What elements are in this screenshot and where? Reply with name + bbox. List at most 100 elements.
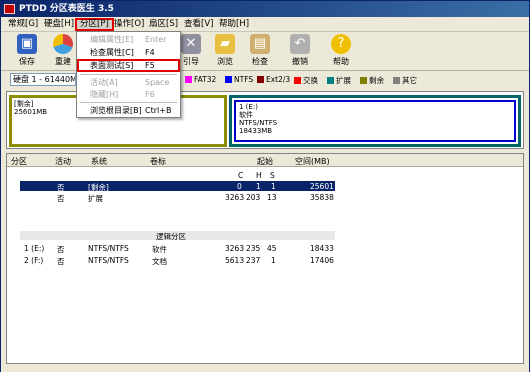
- table-cell: 13: [267, 193, 277, 202]
- col-start[interactable]: 起始: [257, 156, 273, 167]
- menu-item-label: 浏览根目录[B]: [90, 106, 142, 115]
- table-cell: 0: [237, 182, 242, 191]
- table-cell: 文档: [152, 257, 167, 266]
- table-cell: 3263: [225, 244, 245, 253]
- legend-swatch: [294, 77, 301, 84]
- legend-ext: Ext2/3: [257, 75, 290, 84]
- legend-ntfs: NTFS: [225, 75, 253, 84]
- col-active[interactable]: 活动: [55, 156, 71, 167]
- pie-icon: [53, 34, 73, 54]
- menu-sector[interactable]: 扇区[S]: [146, 18, 181, 31]
- table-cell: 2 (F:): [24, 256, 44, 265]
- menu-item-label: 表面测试[S]: [90, 61, 134, 70]
- table-cell: 17406: [310, 256, 334, 265]
- legend-swap: 交换: [294, 75, 318, 86]
- partition-block-drive: 1 (E:): [239, 103, 258, 111]
- table-cell: 237: [246, 256, 261, 265]
- menu-help[interactable]: 帮助[H]: [216, 18, 252, 31]
- menu-view[interactable]: 查看[V]: [181, 18, 216, 31]
- menu-item-hide[interactable]: 隐藏[H] F6: [77, 88, 180, 101]
- partition-block-e[interactable]: 1 (E:) 软件 NTFS/NTFS 18433MB: [234, 100, 516, 142]
- partition-menu-dropdown: 编辑属性[E] Enter 检查属性[C] F4 表面测试[S] F5 活动[A…: [76, 31, 181, 118]
- table-cell: 否: [57, 257, 65, 266]
- table-cell: 否: [57, 183, 65, 192]
- table-cell: 3263: [225, 193, 245, 202]
- menu-item-shortcut: F5: [145, 61, 155, 70]
- legend-swatch: [393, 77, 400, 84]
- menu-item-shortcut: F4: [145, 48, 155, 57]
- partition-block-label: 软件: [239, 111, 253, 119]
- legend-other: 其它: [393, 75, 417, 86]
- status-bar: [1, 365, 529, 372]
- col-partition[interactable]: 分区: [11, 156, 27, 167]
- menu-item-check-properties[interactable]: 检查属性[C] F4: [77, 46, 180, 59]
- partition-table: 分区 活动 系统 卷标 起始 空间(MB) C H S 否 [剩余] 0 1 1…: [6, 153, 524, 364]
- table-cell: 1: [256, 182, 261, 191]
- browse-button[interactable]: ▰ 浏览: [207, 34, 243, 70]
- rebuild-label: 重建: [55, 57, 71, 66]
- table-cell: 25601: [310, 182, 334, 191]
- undo-icon: ↶: [290, 34, 310, 54]
- table-cell: 1: [271, 182, 276, 191]
- legend-swatch: [327, 77, 334, 84]
- legend-swatch: [360, 77, 367, 84]
- menu-item-browse-root[interactable]: 浏览根目录[B] Ctrl+B: [77, 104, 180, 117]
- tools-icon: ✕: [181, 34, 201, 54]
- table-cell: 1: [271, 256, 276, 265]
- window-title: PTDD 分区表医生 3.5: [19, 4, 114, 14]
- folder-icon: ▰: [215, 34, 235, 54]
- table-cell: 35838: [310, 193, 334, 202]
- menu-general[interactable]: 常规[G]: [5, 18, 41, 31]
- table-row-selected[interactable]: [20, 181, 335, 191]
- col-label[interactable]: 卷标: [150, 156, 166, 167]
- browse-label: 浏览: [217, 57, 233, 66]
- help-button[interactable]: ? 帮助: [323, 34, 359, 70]
- table-cell: 扩展: [88, 194, 103, 203]
- menu-item-label: 隐藏[H]: [90, 90, 119, 99]
- legend-extended: 扩展: [327, 75, 351, 86]
- help-icon: ?: [331, 34, 351, 54]
- save-label: 保存: [19, 57, 35, 66]
- table-cell: 18433: [310, 244, 334, 253]
- check-icon: ▤: [250, 34, 270, 54]
- table-cell: [剩余]: [88, 183, 109, 192]
- menu-operation[interactable]: 操作[O]: [111, 18, 147, 31]
- table-cell: 否: [57, 194, 65, 203]
- sub-s: S: [270, 171, 275, 180]
- title-bar: PTDD 分区表医生 3.5: [1, 1, 529, 17]
- menu-partition[interactable]: 分区[P]: [75, 18, 114, 31]
- app-window: PTDD 分区表医生 3.5 常规[G] 硬盘[H] 分区[P] 操作[O] 扇…: [0, 0, 530, 372]
- undo-label: 撤销: [292, 57, 308, 66]
- table-cell: 1 (E:): [24, 244, 45, 253]
- menu-bar: 常规[G] 硬盘[H] 分区[P] 操作[O] 扇区[S] 查看[V] 帮助[H…: [1, 17, 529, 32]
- col-size[interactable]: 空间(MB): [295, 156, 330, 167]
- legend-fat32: FAT32: [185, 75, 216, 84]
- check-button[interactable]: ▤ 检查: [242, 34, 278, 70]
- logical-section-title: 逻辑分区: [156, 232, 186, 241]
- menu-item-shortcut: Ctrl+B: [145, 106, 172, 115]
- partition-block-extended[interactable]: 1 (E:) 软件 NTFS/NTFS 18433MB: [229, 95, 521, 147]
- table-cell: NTFS/NTFS: [88, 256, 129, 265]
- check-label: 检查: [252, 57, 268, 66]
- partition-block-size: 18433MB: [239, 127, 273, 135]
- legend-free: 剩余: [360, 75, 384, 86]
- save-button[interactable]: ▣ 保存: [9, 34, 45, 70]
- table-header: 分区 活动 系统 卷标 起始 空间(MB): [7, 154, 523, 167]
- menu-item-edit-properties[interactable]: 编辑属性[E] Enter: [77, 33, 180, 46]
- col-system[interactable]: 系统: [91, 156, 107, 167]
- logical-section-header: 逻辑分区: [20, 231, 335, 241]
- table-cell: NTFS/NTFS: [88, 244, 129, 253]
- table-cell: 45: [267, 244, 277, 253]
- floppy-icon: ▣: [17, 34, 37, 54]
- menu-item-surface-test[interactable]: 表面测试[S] F5: [77, 59, 180, 72]
- menu-disk[interactable]: 硬盘[H]: [41, 18, 77, 31]
- sub-h: H: [256, 171, 262, 180]
- menu-item-shortcut: Enter: [145, 35, 167, 44]
- undo-button[interactable]: ↶ 撤销: [282, 34, 318, 70]
- table-cell: 软件: [152, 245, 167, 254]
- menu-separator: [80, 74, 177, 75]
- menu-item-label: 检查属性[C]: [90, 48, 134, 57]
- menu-item-shortcut: F6: [145, 90, 155, 99]
- disk-select[interactable]: 硬盘 1 - 61440M: [10, 73, 76, 86]
- boot-label: 引导: [183, 57, 199, 66]
